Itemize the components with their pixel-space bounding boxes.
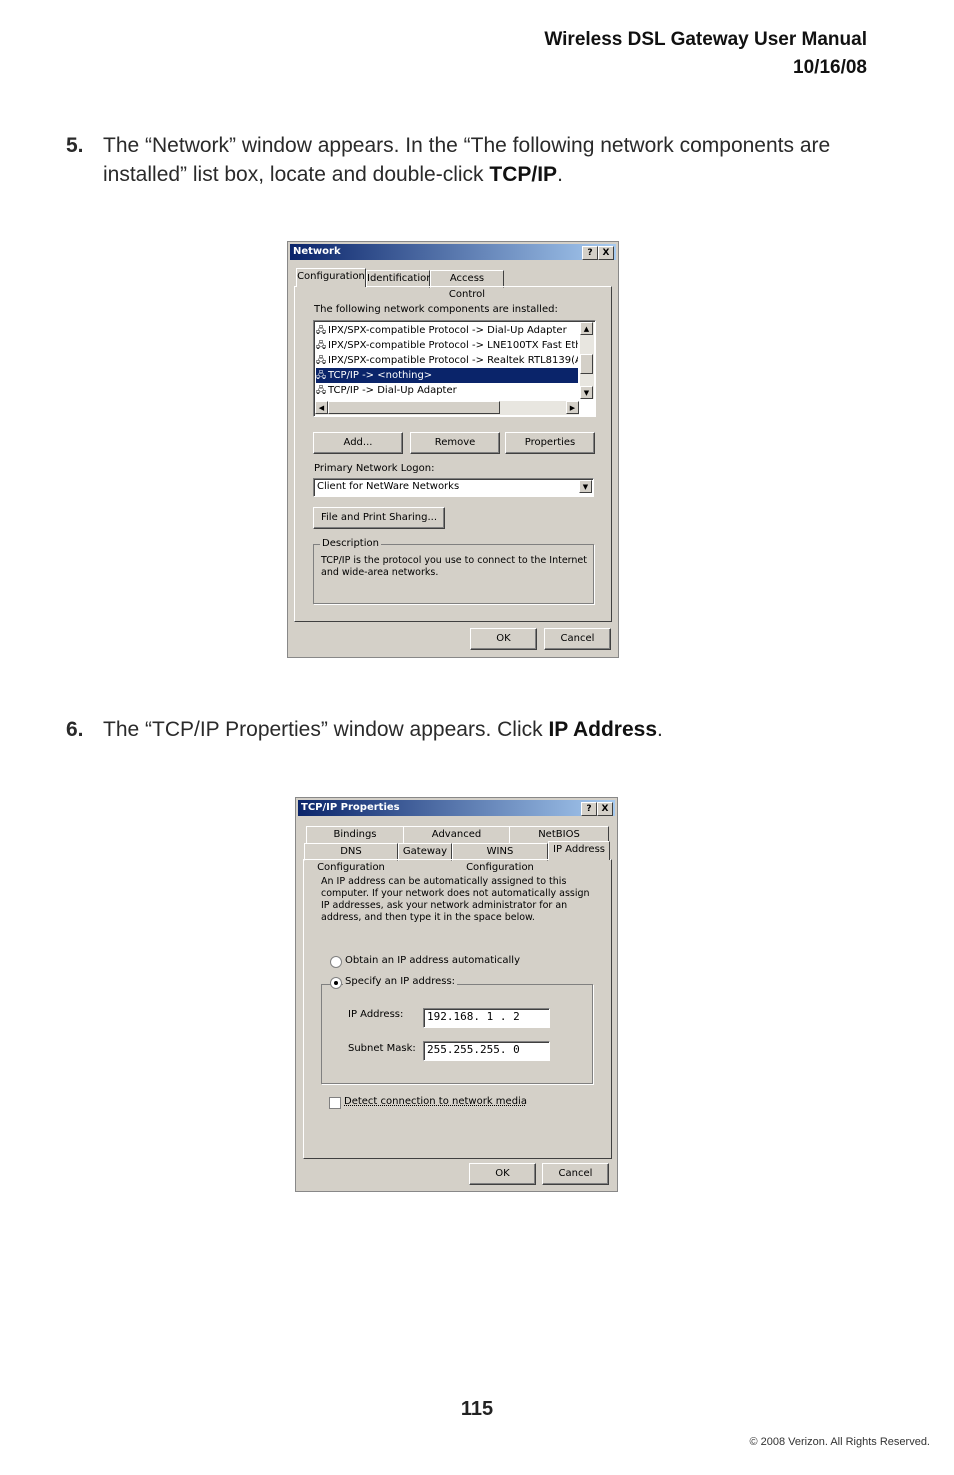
step-text: The “TCP/IP Properties” window appears. … [103, 718, 663, 741]
scroll-up-icon[interactable]: ▲ [580, 322, 593, 335]
cancel-button[interactable]: Cancel [544, 628, 611, 650]
logon-label: Primary Network Logon: [314, 463, 435, 474]
scroll-right-icon[interactable]: ▶ [566, 401, 579, 414]
tcpip-properties-dialog: TCP/IP Properties ? X Bindings Advanced … [295, 797, 618, 1192]
tcpip-titlebar: TCP/IP Properties ? X [298, 800, 615, 816]
components-list[interactable]: 🖧 IPX/SPX-compatible Protocol -> Dial-Up … [313, 320, 596, 417]
ip-address-input[interactable]: 192.168. 1 . 2 [423, 1008, 550, 1028]
tab-advanced[interactable]: Advanced [403, 826, 510, 844]
network-dialog: Network ? X Configuration Identification… [287, 241, 619, 658]
step-number: 6. [66, 718, 84, 741]
list-item-selected[interactable]: 🖧 TCP/IP -> <nothing> [316, 368, 578, 383]
step-6: 6. The “TCP/IP Properties” window appear… [66, 715, 856, 744]
properties-button[interactable]: Properties [505, 432, 595, 454]
obtain-auto-radio[interactable] [330, 956, 342, 968]
ip-address-label: IP Address: [348, 1009, 404, 1020]
step-text: The “Network” window appears. In the “Th… [103, 134, 831, 186]
components-label: The following network components are ins… [314, 304, 558, 315]
tab-bindings[interactable]: Bindings [306, 826, 404, 844]
chevron-down-icon[interactable]: ▼ [579, 480, 592, 493]
list-item[interactable]: 🖧 TCP/IP -> Dial-Up Adapter [316, 383, 578, 398]
logon-value: Client for NetWare Networks [317, 481, 460, 492]
network-component-icon: 🖧 [316, 326, 327, 336]
description-title: Description [320, 538, 381, 549]
specify-ip-radio[interactable] [330, 977, 342, 989]
step-5: 5. The “Network” window appears. In the … [66, 131, 856, 189]
dialog-title: TCP/IP Properties [301, 802, 400, 813]
page-number: 115 [460, 1398, 494, 1420]
detect-connection-label[interactable]: Detect connection to network media [344, 1096, 527, 1107]
copyright: © 2008 Verizon. All Rights Reserved. [749, 1436, 930, 1448]
file-print-sharing-button[interactable]: File and Print Sharing... [313, 507, 445, 529]
step-keyword: IP Address [548, 718, 658, 741]
scroll-left-icon[interactable]: ◀ [315, 401, 328, 414]
close-button[interactable]: X [597, 802, 613, 816]
subnet-mask-input[interactable]: 255.255.255. 0 [423, 1041, 550, 1061]
remove-button[interactable]: Remove [410, 432, 500, 454]
help-button[interactable]: ? [581, 802, 597, 816]
ok-button[interactable]: OK [469, 1163, 536, 1185]
help-button[interactable]: ? [582, 246, 598, 260]
description-text: TCP/IP is the protocol you use to connec… [321, 555, 587, 578]
specify-ip-group [321, 984, 593, 1084]
obtain-auto-label: Obtain an IP address automatically [345, 955, 521, 966]
page-header: Wireless DSL Gateway User Manual 10/16/0… [544, 26, 867, 82]
network-component-icon: 🖧 [316, 356, 327, 366]
logon-select[interactable]: Client for NetWare Networks ▼ [313, 478, 594, 497]
step-keyword: TCP/IP [489, 163, 558, 186]
scroll-thumb[interactable] [580, 354, 593, 374]
scroll-down-icon[interactable]: ▼ [580, 386, 593, 399]
description-group: Description TCP/IP is the protocol you u… [313, 538, 594, 604]
list-item[interactable]: 🖧 IPX/SPX-compatible Protocol -> Dial-Up … [316, 323, 578, 338]
tab-configuration[interactable]: Configuration [296, 268, 366, 287]
ip-info-text: An IP address can be automatically assig… [321, 876, 590, 923]
ok-button[interactable]: OK [470, 628, 537, 650]
network-titlebar: Network ? X [290, 244, 616, 260]
dialog-title: Network [293, 246, 341, 257]
step-number: 5. [66, 134, 84, 157]
network-component-icon: 🖧 [316, 386, 327, 396]
add-button[interactable]: Add... [313, 432, 403, 454]
tab-ip-address[interactable]: IP Address [548, 841, 610, 860]
network-component-icon: 🖧 [316, 371, 327, 381]
list-item[interactable]: 🖧 IPX/SPX-compatible Protocol -> Realtek … [316, 353, 578, 368]
cancel-button[interactable]: Cancel [542, 1163, 609, 1185]
list-item[interactable]: 🖧 IPX/SPX-compatible Protocol -> LNE100TX… [316, 338, 578, 353]
network-component-icon: 🖧 [316, 341, 327, 351]
manual-date: 10/16/08 [793, 57, 867, 78]
close-button[interactable]: X [598, 246, 614, 260]
detect-connection-checkbox[interactable] [329, 1097, 341, 1109]
horizontal-scrollbar[interactable]: ◀ ▶ [315, 401, 579, 415]
subnet-mask-label: Subnet Mask: [348, 1043, 416, 1054]
manual-title: Wireless DSL Gateway User Manual [544, 29, 867, 50]
scroll-thumb[interactable] [328, 401, 500, 414]
vertical-scrollbar[interactable]: ▲ ▼ [580, 322, 594, 399]
specify-ip-label: Specify an IP address: [343, 976, 458, 987]
